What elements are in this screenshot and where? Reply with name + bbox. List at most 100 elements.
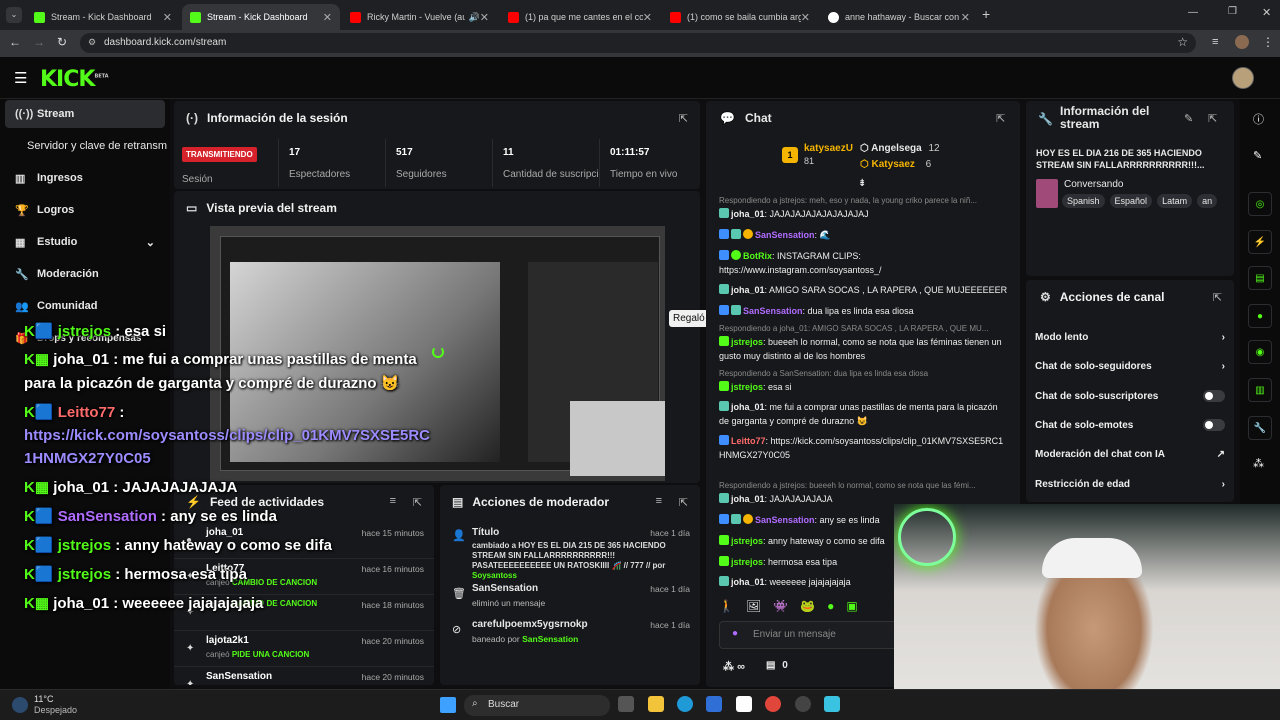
collapse-icon[interactable]: ⇟: [858, 178, 866, 189]
hamburger-menu-icon[interactable]: ☰: [14, 69, 27, 87]
tag-chip[interactable]: Latam: [1157, 194, 1193, 208]
followers-only-row[interactable]: Chat de solo-seguidores ›: [1035, 356, 1225, 376]
chat-count[interactable]: ▤ 0: [766, 660, 788, 671]
chat-message[interactable]: Leitto77: https://kick.com/soysantoss/cl…: [719, 434, 1009, 462]
close-tab-icon[interactable]: ✕: [323, 11, 332, 24]
site-info-icon[interactable]: ⚙: [88, 37, 96, 48]
top-gifter-2[interactable]: ⬡ Angelsega 12: [860, 143, 940, 154]
edge-icon[interactable]: [677, 696, 693, 712]
window-minimize-button[interactable]: —: [1188, 7, 1198, 18]
sidebar-item-ingresos[interactable]: ▥ Ingresos: [5, 164, 165, 192]
points-icon[interactable]: ⁂: [1253, 457, 1264, 470]
notepad-icon[interactable]: [824, 696, 840, 712]
task-view-icon[interactable]: [618, 696, 634, 712]
browser-tab-active[interactable]: Stream - Kick Dashboard ✕: [182, 4, 340, 30]
emote-icon[interactable]: ▣: [846, 599, 857, 617]
category-label[interactable]: Conversando: [1064, 179, 1123, 190]
bolt-icon[interactable]: ⚡: [1248, 230, 1272, 254]
sidebar-item-server-key[interactable]: Servidor y clave de retransm: [5, 132, 167, 160]
close-tab-icon[interactable]: ✕: [961, 11, 970, 24]
edit-icon[interactable]: ✎: [1253, 149, 1262, 162]
app-y-icon[interactable]: [736, 696, 752, 712]
extensions-icon[interactable]: ≡: [1212, 36, 1218, 48]
close-tab-icon[interactable]: ✕: [801, 11, 810, 24]
broadcast-icon[interactable]: ◉: [1248, 340, 1272, 364]
expand-icon[interactable]: ⇱: [679, 112, 688, 125]
chat-message[interactable]: BotRix: INSTAGRAM CLIPS: https://www.ins…: [719, 249, 1009, 277]
profile-avatar[interactable]: [1235, 35, 1249, 49]
close-tab-icon[interactable]: ✕: [163, 11, 172, 24]
channel-points[interactable]: ⁂ ∞: [723, 660, 745, 673]
emote-icon[interactable]: 🚶: [719, 599, 734, 617]
bookmark-star-icon[interactable]: ☆: [1177, 35, 1188, 49]
sidebar-item-comunidad[interactable]: 👥 Comunidad: [5, 292, 165, 320]
file-explorer-icon[interactable]: [648, 696, 664, 712]
browser-tab[interactable]: Ricky Martin - Vuelve (audi 🔊 ✕: [342, 4, 497, 30]
close-tab-icon[interactable]: ✕: [643, 11, 652, 24]
tag-chip[interactable]: Spanish: [1062, 194, 1105, 208]
store-icon[interactable]: [706, 696, 722, 712]
slow-mode-row[interactable]: Modo lento ›: [1035, 327, 1225, 347]
sidebar-item-moderacion[interactable]: 🔧 Moderación: [5, 260, 165, 288]
emote-icon[interactable]: ●: [827, 599, 834, 617]
emote-icon[interactable]: 🐸: [800, 599, 815, 617]
forward-arrow-icon[interactable]: →: [33, 35, 45, 49]
weather-icon[interactable]: [12, 697, 28, 713]
top-gifter-1[interactable]: 1 katysaezU 81: [782, 143, 853, 166]
browser-tab[interactable]: (1) pa que me cantes en el coch ✕: [500, 4, 660, 30]
age-restriction-row[interactable]: Restricción de edad ›: [1035, 474, 1225, 494]
emote-only-toggle[interactable]: [1203, 419, 1225, 431]
browser-tab[interactable]: (1) como se baila cumbia argen ✕: [662, 4, 818, 30]
taskbar-search[interactable]: ⌕ Buscar: [464, 695, 610, 716]
chat-input[interactable]: ● Enviar un mensaje: [719, 621, 909, 649]
sidebar-item-logros[interactable]: 🏆 Logros: [5, 196, 165, 224]
reload-icon[interactable]: ↻: [57, 35, 67, 49]
subs-only-row[interactable]: Chat de solo-suscriptores: [1035, 386, 1225, 406]
window-close-button[interactable]: ✕: [1262, 6, 1271, 19]
sidebar-item-estudio[interactable]: ▦ Estudio ⌄: [5, 228, 165, 256]
emote-icon[interactable]: 👾: [773, 599, 788, 617]
expand-icon[interactable]: ⇱: [413, 496, 422, 509]
back-arrow-icon[interactable]: ←: [9, 35, 21, 49]
start-button[interactable]: [440, 697, 456, 713]
filter-icon[interactable]: ≡: [390, 495, 396, 507]
subs-only-toggle[interactable]: [1203, 390, 1225, 402]
chrome-icon[interactable]: [765, 696, 781, 712]
info-icon[interactable]: ⓘ: [1253, 111, 1264, 127]
browser-tab[interactable]: anne hathaway - Buscar con Go ✕: [820, 4, 978, 30]
layout-icon[interactable]: ▥: [1248, 378, 1272, 402]
emote-only-row[interactable]: Chat de solo-emotes: [1035, 415, 1225, 435]
expand-icon[interactable]: ⇱: [1208, 112, 1217, 125]
obs-icon[interactable]: [795, 696, 811, 712]
document-icon[interactable]: ▤: [1248, 266, 1272, 290]
user-avatar[interactable]: [1232, 67, 1254, 89]
tag-chip[interactable]: Español: [1109, 194, 1153, 208]
clip-icon[interactable]: ◎: [1248, 192, 1272, 216]
chat-bubble-icon[interactable]: ●: [1248, 304, 1272, 328]
chevron-down-icon[interactable]: ⌄: [146, 236, 155, 249]
tag-chip[interactable]: an: [1197, 194, 1218, 208]
chat-message[interactable]: joha_01: AMIGO SARA SOCAS , LA RAPERA , …: [719, 283, 1009, 297]
sidebar-item-stream[interactable]: ((·)) Stream: [5, 100, 165, 128]
audio-icon[interactable]: 🔊: [469, 12, 480, 23]
emote-icon[interactable]: 🖼: [746, 599, 761, 617]
chat-message[interactable]: SanSensation: 🌊: [719, 228, 1009, 242]
wrench-icon[interactable]: 🔧: [1248, 416, 1272, 440]
chat-message[interactable]: joha_01: JAJAJAJAJAJAJAJAJAJ: [719, 207, 1009, 221]
close-tab-icon[interactable]: ✕: [480, 11, 489, 24]
weather-text[interactable]: Despejado: [34, 705, 77, 715]
browser-tab[interactable]: Stream - Kick Dashboard ✕: [26, 4, 180, 30]
ai-moderation-row[interactable]: Moderación del chat con IA ↗: [1035, 444, 1225, 464]
edit-icon[interactable]: ✎: [1184, 112, 1193, 125]
weather-temp[interactable]: 11°C: [34, 694, 53, 704]
new-tab-button[interactable]: +: [982, 6, 990, 22]
browser-menu-icon[interactable]: ⋮: [1262, 35, 1274, 49]
chat-message[interactable]: jstrejos: esa si: [719, 380, 1009, 394]
chat-message[interactable]: joha_01: me fui a comprar unas pastillas…: [719, 400, 1009, 428]
tab-list-button[interactable]: ⌄: [6, 7, 22, 23]
filter-icon[interactable]: ≡: [656, 495, 662, 507]
expand-icon[interactable]: ⇱: [996, 112, 1005, 125]
expand-icon[interactable]: ⇱: [1213, 291, 1222, 304]
chat-message[interactable]: jstrejos: bueeeh lo normal, como se nota…: [719, 335, 1009, 363]
top-gifter-3[interactable]: ⬡ Katysaez 6: [860, 159, 931, 170]
